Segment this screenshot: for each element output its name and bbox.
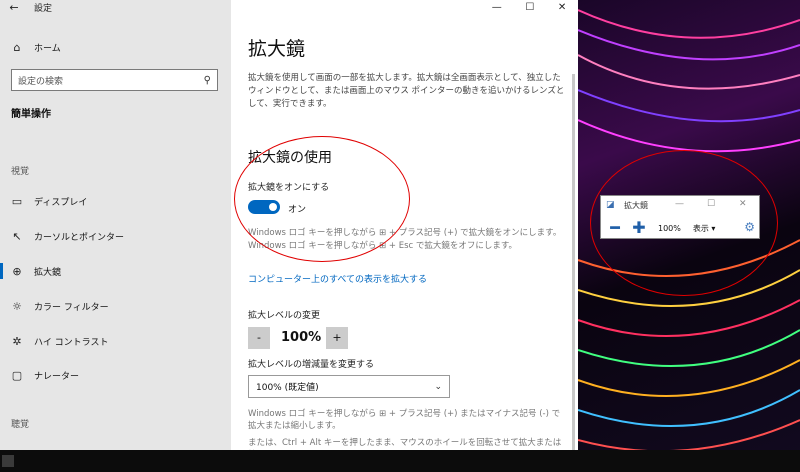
sidebar: ← 設定 ⌂ ホーム 設定の検索 ⚲ 簡単操作 視覚 ▭ ディスプレイ ↖ カー… — [0, 0, 231, 450]
sidebar-item-home[interactable]: ⌂ ホーム — [0, 36, 231, 58]
search-input[interactable]: 設定の検索 ⚲ — [11, 69, 218, 91]
taskbar — [0, 450, 800, 472]
sidebar-item-label: ハイ コントラスト — [34, 337, 109, 348]
zoom-minus-button[interactable]: - — [248, 327, 270, 349]
contrast-icon: ✲ — [12, 334, 22, 348]
chevron-down-icon: ⌄ — [434, 381, 442, 392]
sidebar-item-magnifier[interactable]: ⊕ 拡大鏡 — [0, 258, 231, 284]
scrollbar[interactable] — [572, 74, 575, 450]
taskbar-app-icon[interactable] — [2, 455, 14, 467]
sidebar-item-high-contrast[interactable]: ✲ ハイ コントラスト — [0, 328, 231, 354]
title-bar: ← 設定 — [0, 0, 231, 14]
sidebar-item-narrator[interactable]: ▢ ナレーター — [0, 362, 231, 388]
sidebar-item-label: ディスプレイ — [34, 197, 88, 208]
zoom-level-label: 拡大レベルの変更 — [248, 311, 321, 321]
increment-label: 拡大レベルの増減量を変更する — [248, 360, 375, 370]
pointer-icon: ↖ — [12, 229, 22, 243]
page-title: 拡大鏡 — [248, 38, 306, 60]
page-description: 拡大鏡を使用して画面の一部を拡大します。拡大鏡は全画面表示として、独立したウィン… — [248, 73, 565, 109]
home-label: ホーム — [34, 43, 61, 54]
minimize-button[interactable]: — — [492, 2, 502, 13]
close-button[interactable]: ✕ — [558, 2, 566, 13]
zoom-plus-button[interactable]: + — [326, 327, 348, 349]
app-title: 設定 — [34, 3, 53, 14]
group-label-hearing: 聴覚 — [11, 420, 30, 430]
search-icon[interactable]: ⚲ — [204, 75, 211, 86]
search-placeholder: 設定の検索 — [18, 76, 64, 87]
monitor-icon: ▭ — [11, 194, 23, 208]
group-label-vision: 視覚 — [11, 167, 30, 177]
sidebar-item-display[interactable]: ▭ ディスプレイ — [0, 188, 231, 214]
sidebar-item-label: カラー フィルター — [34, 302, 109, 313]
annotation-circle-magnifier — [590, 150, 778, 296]
window-controls: — ☐ ✕ — [480, 0, 578, 14]
color-filter-icon: ☼ — [12, 299, 22, 313]
zoom-increment-value: 100% (既定値) — [256, 383, 319, 393]
magnifier-icon: ⊕ — [12, 264, 22, 278]
zoom-increment-select[interactable]: 100% (既定値) ⌄ — [248, 375, 450, 398]
hint-zoom: Windows ロゴ キーを押しながら ⊞ + プラス記号 (+) またはマイナ… — [248, 409, 561, 431]
sidebar-item-label: ナレーター — [34, 371, 80, 382]
magnify-everything-link[interactable]: コンピューター上のすべての表示を拡大する — [248, 272, 427, 285]
sidebar-item-label: 拡大鏡 — [34, 267, 62, 278]
back-arrow-icon[interactable]: ← — [0, 1, 28, 14]
sidebar-item-color-filter[interactable]: ☼ カラー フィルター — [0, 293, 231, 319]
narrator-icon: ▢ — [11, 368, 23, 382]
sidebar-item-cursor-pointer[interactable]: ↖ カーソルとポインター — [0, 223, 231, 249]
hint-zoom-wheel: または、Ctrl + Alt キーを押したまま、マウスのホイールを回転させて拡大… — [248, 438, 562, 448]
zoom-value: 100% — [281, 330, 322, 345]
sidebar-item-label: カーソルとポインター — [34, 232, 125, 243]
annotation-circle-toggle — [234, 136, 410, 262]
category-title: 簡単操作 — [11, 109, 51, 120]
active-indicator — [0, 263, 3, 279]
maximize-button[interactable]: ☐ — [525, 2, 534, 13]
home-icon: ⌂ — [13, 40, 21, 54]
